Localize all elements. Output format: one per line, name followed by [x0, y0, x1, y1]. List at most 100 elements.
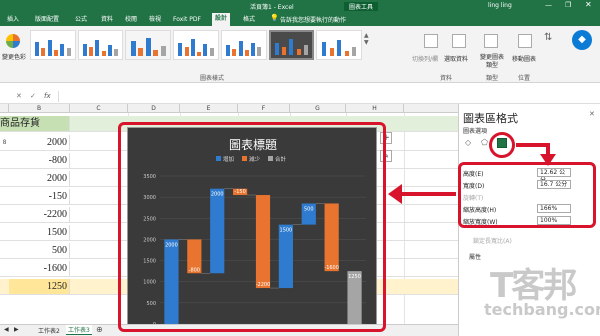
- chart-style-2[interactable]: [77, 30, 124, 60]
- switch-row-column-button[interactable]: 切換列/欄: [412, 54, 438, 63]
- cell-b[interactable]: -1600: [9, 261, 70, 276]
- y-tick-label: 2500: [143, 216, 156, 222]
- row-header[interactable]: 8: [0, 135, 9, 150]
- tab-format[interactable]: 格式: [240, 14, 258, 25]
- cell-b[interactable]: 1500: [9, 225, 70, 240]
- tab-review[interactable]: 校閱: [122, 14, 140, 25]
- sheet-tab-2[interactable]: 工作表2: [38, 326, 60, 335]
- data-label: 1500: [280, 228, 293, 234]
- column-header-c[interactable]: C: [70, 104, 128, 113]
- sort-icon[interactable]: ⇅: [544, 32, 552, 43]
- row-header[interactable]: [0, 153, 9, 168]
- row-header[interactable]: [0, 279, 9, 294]
- cell-b-total[interactable]: 1250: [9, 279, 70, 294]
- tab-formulas[interactable]: 公式: [72, 14, 90, 25]
- user-name[interactable]: ling ling: [488, 2, 512, 9]
- row-header[interactable]: [0, 171, 9, 186]
- cell-b[interactable]: -150: [9, 189, 70, 204]
- pane-close-icon[interactable]: ✕: [589, 110, 595, 118]
- sheet-tab-3[interactable]: 工作表3: [66, 325, 92, 335]
- sheet-nav-next-icon[interactable]: ▶: [14, 326, 19, 333]
- switch-row-column-icon[interactable]: [424, 34, 438, 48]
- watermark: T客邦 techbang.com: [480, 252, 600, 332]
- cell-b[interactable]: 500: [9, 243, 70, 258]
- column-header-e[interactable]: E: [180, 104, 238, 113]
- tab-view[interactable]: 檢視: [146, 14, 164, 25]
- chart-options-dropdown[interactable]: 圖表選項: [463, 126, 487, 135]
- size-properties-icon[interactable]: [497, 138, 507, 148]
- fx-label[interactable]: fx: [44, 92, 51, 100]
- effects-icon[interactable]: ⬠: [481, 138, 488, 147]
- dropbox-icon[interactable]: ◆: [572, 30, 592, 50]
- move-chart-button[interactable]: 移動圖表: [512, 54, 536, 63]
- chart-styles-button[interactable]: ✎: [380, 150, 392, 162]
- cell-b[interactable]: 2000: [9, 135, 70, 150]
- lock-aspect-checkbox[interactable]: 鎖定長寬比(A): [473, 236, 512, 245]
- enter-icon[interactable]: ✓: [30, 92, 36, 100]
- group-label-type: 類型: [486, 75, 499, 82]
- restore-icon[interactable]: ❐: [565, 1, 571, 9]
- context-tab-label: 圖表工具: [344, 2, 379, 11]
- gallery-scroll-icon[interactable]: ▲ ▼: [364, 32, 369, 46]
- width-input[interactable]: 16.7 公分: [537, 180, 571, 189]
- tab-page-layout[interactable]: 版面配置: [32, 14, 62, 25]
- chart-style-4[interactable]: [173, 30, 219, 60]
- change-colors-button[interactable]: 變更色彩: [2, 54, 26, 62]
- scale-height-input[interactable]: 166%: [537, 204, 571, 213]
- chart-style-3[interactable]: [125, 30, 172, 60]
- cancel-icon[interactable]: ✕: [16, 92, 22, 100]
- height-input[interactable]: 12.62 公分: [537, 168, 571, 184]
- chart-style-7[interactable]: [316, 30, 363, 60]
- waterfall-bar: [324, 203, 339, 272]
- row-header[interactable]: [0, 261, 9, 276]
- cell-b-header[interactable]: 商品存貨: [0, 116, 70, 131]
- row-header[interactable]: [0, 189, 9, 204]
- waterfall-bar: [164, 239, 179, 324]
- column-header-a[interactable]: [0, 104, 9, 113]
- column-header-d[interactable]: D: [128, 104, 180, 113]
- tab-data[interactable]: 資料: [98, 14, 116, 25]
- field-label: 縮放高度(H): [463, 207, 497, 214]
- row-header[interactable]: [0, 243, 9, 258]
- change-chart-type-button[interactable]: 變更圖表類型: [478, 54, 506, 70]
- field-label: 縮放寬度(W): [463, 219, 498, 226]
- column-header-g[interactable]: G: [290, 104, 346, 113]
- select-data-icon[interactable]: [452, 34, 466, 48]
- add-sheet-icon[interactable]: ⊕: [96, 325, 103, 334]
- column-header-h[interactable]: H: [346, 104, 404, 113]
- minimize-icon[interactable]: —: [545, 1, 552, 9]
- column-header-f[interactable]: F: [238, 104, 290, 113]
- tell-me-box[interactable]: 告訴我您想要執行的動作: [280, 15, 346, 24]
- quick-layout-icon[interactable]: [6, 34, 20, 48]
- ribbon-tabs: 插入 版面配置 公式 資料 校閱 檢視 Foxit PDF 設計 格式 💡 告訴…: [0, 12, 600, 26]
- tab-foxit-pdf[interactable]: Foxit PDF: [170, 14, 204, 25]
- cell-b[interactable]: -800: [9, 153, 70, 168]
- sheet-nav-prev-icon[interactable]: ◀: [4, 326, 9, 333]
- cell-b[interactable]: 2000: [9, 171, 70, 186]
- move-chart-icon[interactable]: [518, 34, 532, 48]
- chart-style-1[interactable]: [30, 30, 76, 60]
- chart-elements-button[interactable]: +: [380, 132, 392, 144]
- group-label-chart-styles: 圖表樣式: [200, 75, 225, 82]
- change-chart-type-icon[interactable]: [484, 34, 498, 48]
- chart-area[interactable]: 圖表標題 3500300025002000150010005000增加減少合計2…: [127, 127, 377, 328]
- row-header[interactable]: [0, 207, 9, 222]
- tab-design[interactable]: 設計: [212, 13, 231, 26]
- field-rotation: 旋轉(T): [463, 192, 578, 202]
- chart-style-gallery[interactable]: [30, 30, 363, 64]
- close-icon[interactable]: ✕: [585, 0, 592, 9]
- chart-style-6-selected[interactable]: [268, 30, 315, 60]
- watermark-url: techbang.com: [484, 300, 600, 319]
- scale-width-input[interactable]: 100%: [537, 216, 571, 225]
- chart-style-5[interactable]: [220, 30, 267, 60]
- cell-b[interactable]: -2200: [9, 207, 70, 222]
- lightbulb-icon: 💡: [270, 14, 279, 22]
- select-data-button[interactable]: 選取資料: [444, 54, 468, 63]
- fill-icon[interactable]: ◇: [465, 138, 471, 147]
- y-tick-label: 1500: [143, 259, 156, 265]
- formula-input[interactable]: [58, 91, 458, 102]
- column-header-b[interactable]: B: [9, 104, 70, 113]
- row-header[interactable]: [0, 225, 9, 240]
- data-label: -2200: [256, 282, 271, 288]
- tab-insert[interactable]: 插入: [4, 14, 22, 25]
